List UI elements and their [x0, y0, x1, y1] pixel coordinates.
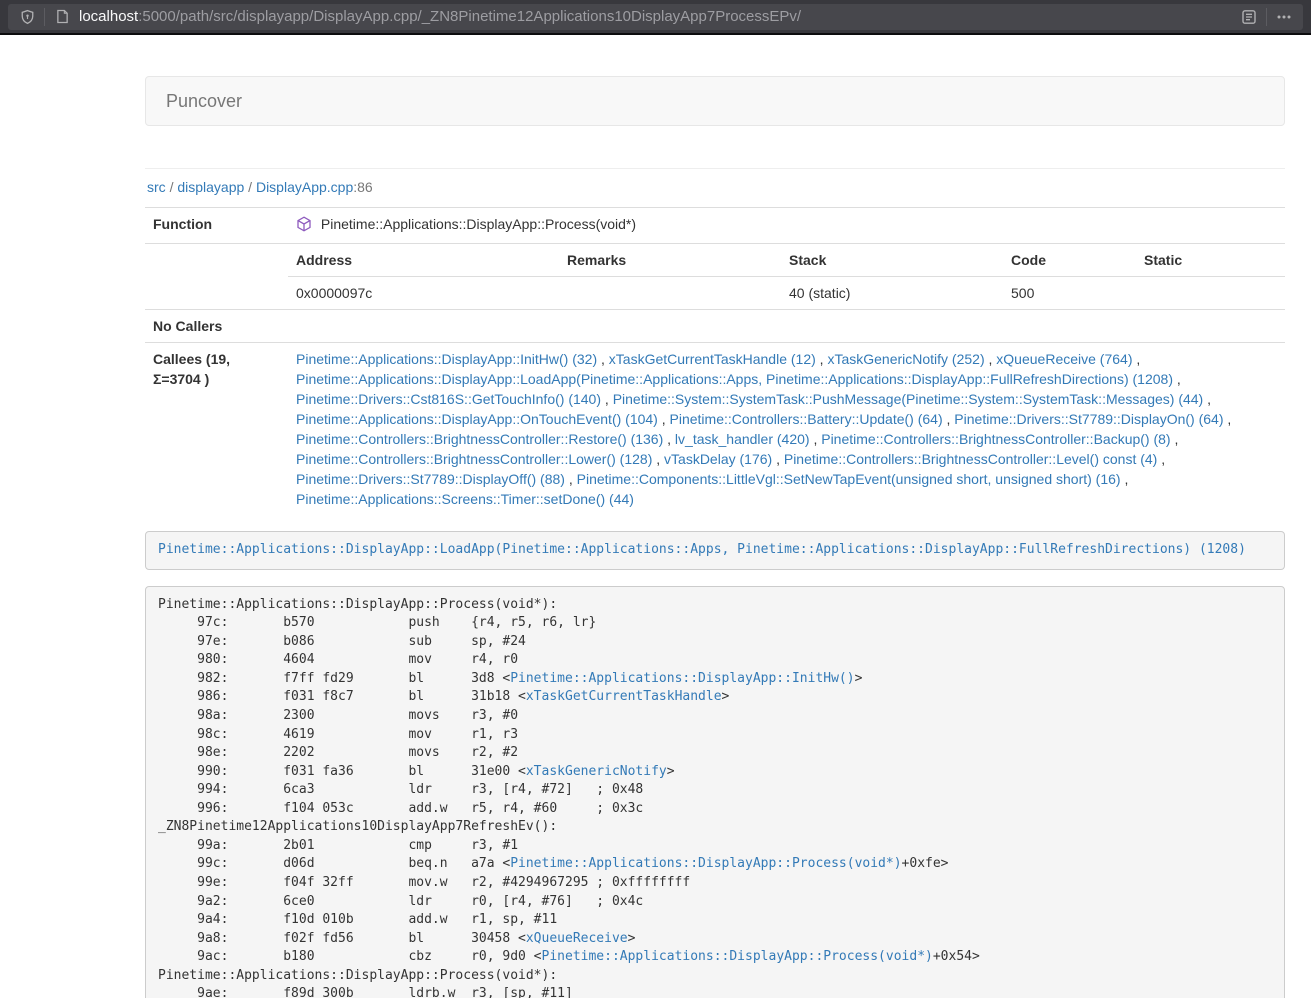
callee-link[interactable]: Pinetime::Drivers::St7789::DisplayOn() (… — [954, 411, 1223, 427]
navbar: Puncover — [145, 76, 1285, 126]
function-label: Function — [145, 208, 288, 244]
column-address: Address — [288, 244, 559, 277]
shield-icon[interactable] — [16, 6, 38, 28]
disassembly-link[interactable]: xTaskGetCurrentTaskHandle — [526, 689, 722, 704]
callee-link[interactable]: Pinetime::Applications::Screens::Timer::… — [296, 491, 634, 507]
stats-value-row: 0x0000097c 40 (static) 500 — [288, 277, 1285, 310]
static-value — [1136, 277, 1285, 310]
disassembly-link[interactable]: xTaskGenericNotify — [526, 764, 667, 779]
callee-link[interactable]: Pinetime::Applications::DisplayApp::OnTo… — [296, 411, 658, 427]
callee-link[interactable]: xTaskGetCurrentTaskHandle (12) — [609, 351, 816, 367]
column-code: Code — [1003, 244, 1136, 277]
callee-link[interactable]: Pinetime::Drivers::Cst816S::GetTouchInfo… — [296, 391, 601, 407]
url-host: localhost — [79, 8, 138, 25]
breadcrumb-separator: / — [248, 179, 252, 195]
breadcrumb: src / displayapp / DisplayApp.cpp:86 — [147, 177, 1285, 197]
reader-view-icon[interactable] — [1238, 6, 1260, 28]
stats-header-row: Address Remarks Stack Code Static — [288, 244, 1285, 277]
remarks-value — [559, 277, 781, 310]
callees-label: Callees (19, Σ=3704 ) — [145, 343, 288, 516]
breadcrumb-link-src[interactable]: src — [147, 179, 166, 195]
disassembly-link[interactable]: Pinetime::Applications::DisplayApp::Proc… — [542, 949, 933, 964]
breadcrumb-link-displayapp[interactable]: displayapp — [177, 179, 244, 195]
stats-table: Address Remarks Stack Code Static 0x0000… — [288, 244, 1285, 309]
callee-link[interactable]: Pinetime::Drivers::St7789::DisplayOff() … — [296, 471, 565, 487]
column-remarks: Remarks — [559, 244, 781, 277]
browser-toolbar: localhost:5000/path/src/displayapp/Displ… — [0, 0, 1311, 35]
callee-link[interactable]: lv_task_handler (420) — [675, 431, 810, 447]
brand-link[interactable]: Puncover — [146, 77, 262, 126]
callee-link[interactable]: Pinetime::Controllers::BrightnessControl… — [784, 451, 1157, 467]
page-info-icon[interactable] — [51, 6, 73, 28]
stack-value: 40 (static) — [781, 277, 1003, 310]
url-text: localhost:5000/path/src/displayapp/Displ… — [79, 8, 1238, 25]
divider — [145, 168, 1285, 169]
highlighted-symbol-link[interactable]: Pinetime::Applications::DisplayApp::Load… — [158, 542, 1246, 557]
url-bar[interactable]: localhost:5000/path/src/displayapp/Displ… — [8, 4, 1303, 30]
callee-link[interactable]: Pinetime::Applications::DisplayApp::Load… — [296, 371, 1173, 387]
highlighted-symbol-box: Pinetime::Applications::DisplayApp::Load… — [145, 531, 1285, 570]
function-name: Pinetime::Applications::DisplayApp::Proc… — [321, 216, 636, 232]
callee-link[interactable]: Pinetime::System::SystemTask::PushMessag… — [613, 391, 1204, 407]
breadcrumb-link-file[interactable]: DisplayApp.cpp — [256, 179, 353, 195]
callees-row: Callees (19, Σ=3704 ) Pinetime::Applicat… — [145, 343, 1285, 516]
disassembly-link[interactable]: xQueueReceive — [526, 931, 628, 946]
symbol-cube-icon — [296, 219, 316, 235]
disassembly-link[interactable]: Pinetime::Applications::DisplayApp::Init… — [510, 671, 854, 686]
function-table: Function Pinetime::Applications::Display… — [145, 207, 1285, 515]
page-actions-icon[interactable] — [1273, 6, 1295, 28]
no-callers-label: No Callers — [145, 310, 288, 343]
callee-link[interactable]: Pinetime::Controllers::BrightnessControl… — [296, 451, 652, 467]
callee-link[interactable]: Pinetime::Controllers::BrightnessControl… — [296, 431, 663, 447]
urlbar-divider — [44, 8, 45, 26]
page-container: Puncover src / displayapp / DisplayApp.c… — [145, 76, 1285, 998]
disassembly-code: Pinetime::Applications::DisplayApp::Proc… — [145, 586, 1285, 998]
callee-link[interactable]: Pinetime::Components::LittleVgl::SetNewT… — [577, 471, 1121, 487]
callee-link[interactable]: Pinetime::Controllers::Battery::Update()… — [670, 411, 943, 427]
address-value: 0x0000097c — [288, 277, 559, 310]
breadcrumb-separator: / — [170, 179, 174, 195]
callees-list: Pinetime::Applications::DisplayApp::Init… — [288, 343, 1285, 516]
column-static: Static — [1136, 244, 1285, 277]
column-stack: Stack — [781, 244, 1003, 277]
function-row: Function Pinetime::Applications::Display… — [145, 208, 1285, 244]
callee-link[interactable]: Pinetime::Controllers::BrightnessControl… — [821, 431, 1170, 447]
callee-link[interactable]: xTaskGenericNotify (252) — [827, 351, 984, 367]
callee-link[interactable]: xQueueReceive (764) — [996, 351, 1132, 367]
no-callers-row: No Callers — [145, 310, 1285, 343]
code-value: 500 — [1003, 277, 1136, 310]
disassembly-link[interactable]: Pinetime::Applications::DisplayApp::Proc… — [510, 856, 901, 871]
urlbar-divider — [1266, 8, 1267, 26]
callee-link[interactable]: vTaskDelay (176) — [664, 451, 772, 467]
url-path: :5000/path/src/displayapp/DisplayApp.cpp… — [138, 8, 801, 25]
stats-row: Address Remarks Stack Code Static 0x0000… — [145, 244, 1285, 310]
callee-link[interactable]: Pinetime::Applications::DisplayApp::Init… — [296, 351, 597, 367]
breadcrumb-line-number: :86 — [353, 179, 372, 195]
